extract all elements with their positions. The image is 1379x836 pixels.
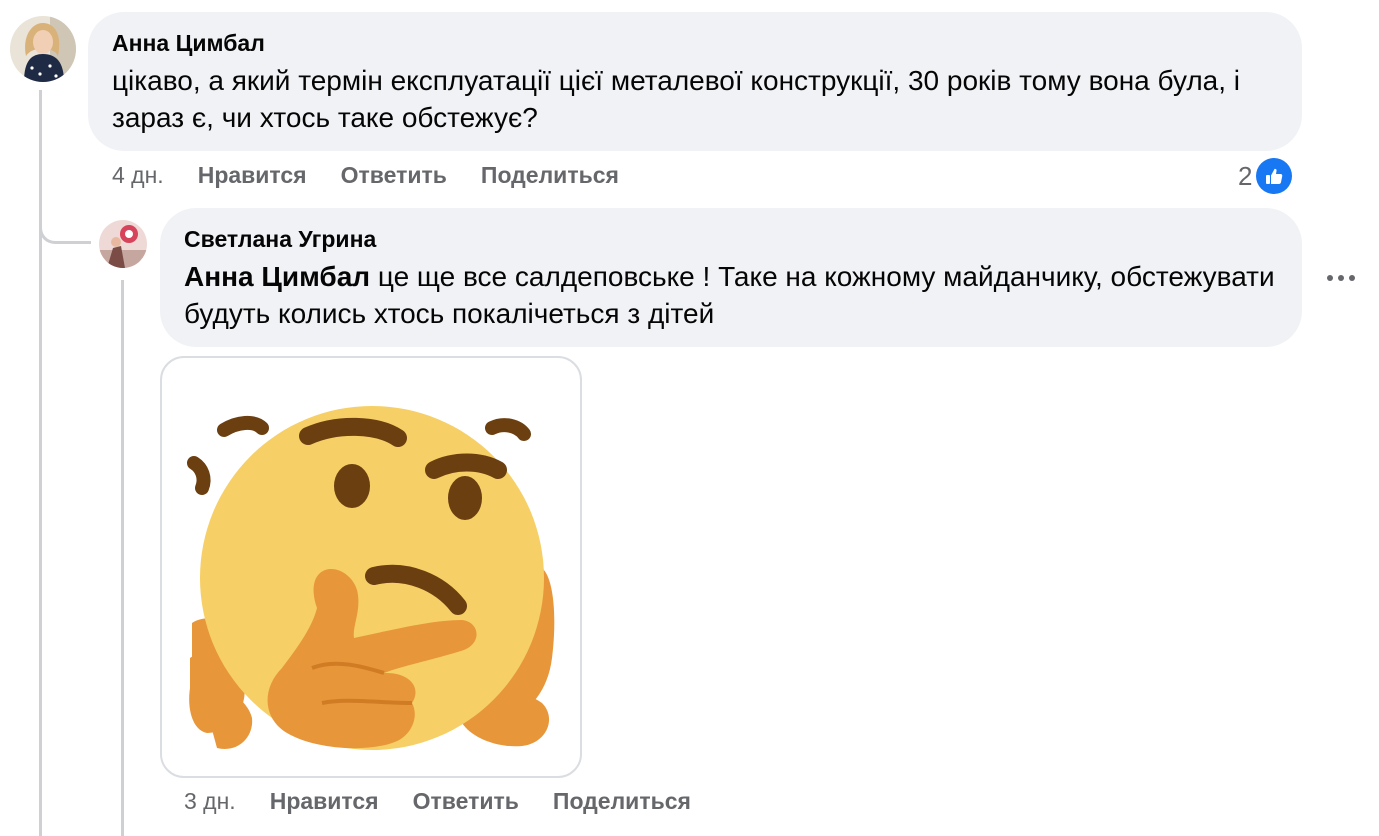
- reaction-summary[interactable]: 2: [1238, 158, 1293, 194]
- avatar-anna[interactable]: [10, 16, 76, 82]
- reaction-count: 2: [1238, 160, 1253, 191]
- like-button[interactable]: Нравится: [198, 162, 307, 189]
- reply-like-button[interactable]: Нравится: [270, 788, 379, 815]
- avatar-svetlana[interactable]: [99, 220, 147, 268]
- reply-timestamp[interactable]: 3 дн.: [184, 788, 236, 815]
- comment-author[interactable]: Анна Цимбал: [112, 30, 265, 57]
- comment-actions: 4 дн. Нравится Ответить Поделиться: [112, 162, 653, 189]
- reply-button[interactable]: Ответить: [341, 162, 447, 189]
- reply-reply-button[interactable]: Ответить: [413, 788, 519, 815]
- comment-timestamp[interactable]: 4 дн.: [112, 162, 164, 189]
- thread-line-main: [39, 90, 42, 836]
- sticker-attachment[interactable]: [160, 356, 582, 778]
- thinking-face-emoji: [187, 406, 555, 750]
- reply-actions: 3 дн. Нравится Ответить Поделиться: [184, 788, 725, 815]
- thread-line-branch: [39, 210, 91, 244]
- reply-text: Анна Цимбал це ще все салдеповське ! Так…: [184, 258, 1284, 332]
- like-icon: [1256, 158, 1293, 194]
- mention-link[interactable]: Анна Цимбал: [184, 261, 370, 292]
- reply-author[interactable]: Светлана Угрина: [184, 226, 376, 253]
- more-options-button[interactable]: [1321, 258, 1361, 298]
- share-button[interactable]: Поделиться: [481, 162, 619, 189]
- more-horizontal-icon: [1327, 275, 1355, 281]
- comment-text: цікаво, а який термін експлуатації цієї …: [112, 65, 1241, 133]
- thread-line-reply: [121, 280, 124, 836]
- reply-share-button[interactable]: Поделиться: [553, 788, 691, 815]
